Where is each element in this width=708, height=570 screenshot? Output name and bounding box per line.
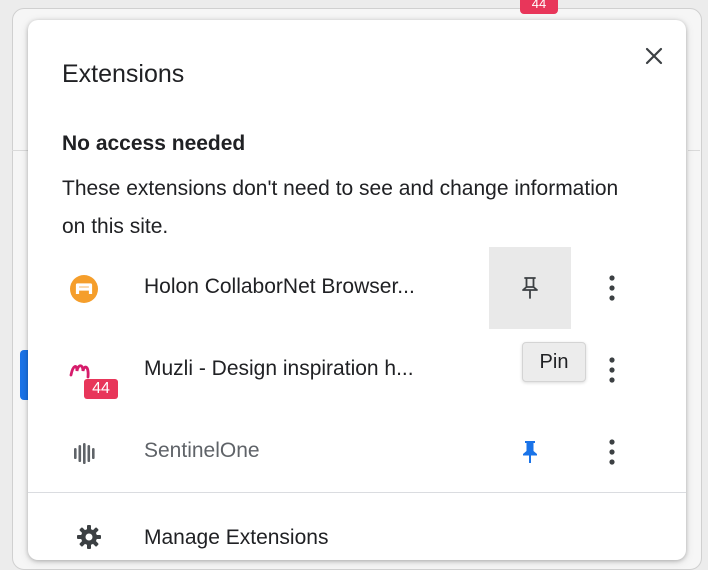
extension-row-sentinelone[interactable]: SentinelOne <box>28 411 686 493</box>
more-options-button[interactable] <box>594 347 630 393</box>
close-button[interactable] <box>636 38 672 74</box>
pin-filled-icon <box>523 441 537 463</box>
manage-extensions-label: Manage Extensions <box>144 526 329 549</box>
gear-icon <box>77 525 101 549</box>
extension-badge: 44 <box>84 379 118 399</box>
extension-name: Muzli - Design inspiration h... <box>144 357 414 380</box>
close-icon <box>645 47 663 65</box>
more-vert-icon <box>609 439 615 465</box>
more-vert-icon <box>609 357 615 383</box>
popup-title: Extensions <box>62 60 185 88</box>
background-divider <box>12 150 28 151</box>
sentinelone-logo-icon <box>74 443 95 464</box>
extension-row-muzli[interactable]: 44 Muzli - Design inspiration h... <box>28 329 686 411</box>
more-options-button[interactable] <box>594 429 630 475</box>
pin-outline-icon <box>522 277 538 299</box>
background-toolbar-badge: 44 <box>520 0 558 14</box>
section-heading: No access needed <box>62 132 246 155</box>
pin-tooltip: Pin <box>522 342 586 382</box>
footer-divider <box>28 492 686 493</box>
background-accent-bar <box>20 350 28 400</box>
more-options-button[interactable] <box>594 265 630 311</box>
pin-button[interactable] <box>489 411 571 493</box>
extensions-popup: Extensions No access needed These extens… <box>28 20 686 560</box>
holon-logo-icon <box>70 275 98 303</box>
extension-name: SentinelOne <box>144 439 260 462</box>
extension-row-holon[interactable]: Holon CollaborNet Browser... <box>28 247 686 329</box>
section-description: These extensions don't need to see and c… <box>62 177 619 238</box>
pin-button[interactable] <box>489 247 571 329</box>
extension-name: Holon CollaborNet Browser... <box>144 275 415 298</box>
manage-extensions-button[interactable]: Manage Extensions <box>28 516 686 566</box>
more-vert-icon <box>609 275 615 301</box>
background-divider <box>688 150 700 151</box>
